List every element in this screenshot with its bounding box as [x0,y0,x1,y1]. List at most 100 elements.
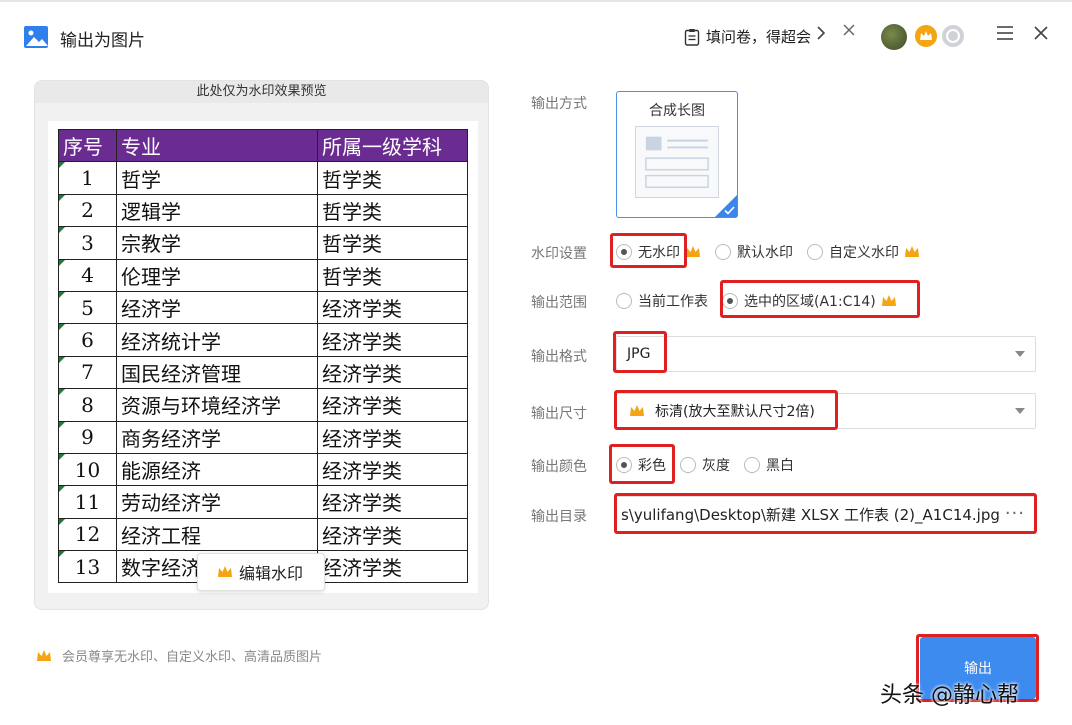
member-note: 会员尊享无水印、自定义水印、高清品质图片 [36,646,322,665]
edit-watermark-label: 编辑水印 [239,564,304,583]
crown-icon [881,295,896,306]
image-app-icon [24,26,48,48]
survey-link[interactable]: 填问卷，得超会 [684,26,811,47]
column-header: 序号 [58,128,117,163]
cell-major: 经济工程 [116,517,318,552]
color-option-bw[interactable]: 黑白 [744,455,794,475]
cell-major: 能源经济 [116,452,318,487]
cell-major: 宗教学 [116,226,318,260]
cell-discipline: 经济学类 [317,420,468,454]
user-avatar[interactable] [881,24,907,50]
table-row: 1 哲学 哲学类 [58,161,468,195]
table-row: 7 国民经济管理 经济学类 [58,355,468,390]
option-label: 黑白 [766,458,794,474]
table-row: 12 经济工程 经济学类 [58,517,468,552]
crown-icon [686,246,700,257]
dismiss-survey-icon[interactable] [842,23,856,37]
radio-unselected[interactable] [715,244,731,260]
table-row: 2 逻辑学 哲学类 [58,193,468,228]
cell-index: 12 [58,517,117,552]
table-row: 3 宗教学 哲学类 [58,226,468,260]
radio-selected[interactable] [616,457,632,473]
cell-major: 商务经济学 [116,420,318,454]
radio-selected[interactable] [616,244,632,260]
cell-discipline: 经济学类 [317,388,468,422]
table-row: 4 伦理学 哲学类 [58,258,468,292]
radio-unselected[interactable] [807,244,823,260]
crown-icon [905,246,919,257]
cell-index: 10 [58,452,117,487]
crown-icon [37,649,51,661]
option-label: 默认水印 [737,245,793,261]
table-row: 8 资源与环境经济学 经济学类 [58,388,468,422]
column-header: 专业 [116,128,318,163]
color-option-color[interactable]: 彩色 [616,455,666,475]
cell-index: 6 [58,323,117,357]
clipboard-icon [684,28,700,46]
output-directory-field[interactable]: s\yulifang\Desktop\新建 XLSX 工作表 (2)_A1C14… [616,496,1036,532]
menu-icon[interactable] [997,26,1013,40]
cell-major: 国民经济管理 [116,355,318,390]
format-select[interactable]: JPG [616,336,1036,372]
size-value: 标清(放大至默认尺寸2倍) [655,404,815,420]
watermark-options: 无水印 默认水印 自定义水印 [616,242,934,262]
table-row: 11 劳动经济学 经济学类 [58,485,468,519]
range-option-selection[interactable]: 选中的区域(A1:C14) [722,291,897,311]
cell-major: 哲学 [116,161,318,195]
edit-watermark-button[interactable]: 编辑水印 [197,553,325,591]
cell-discipline: 哲学类 [317,193,468,228]
range-option-current-sheet[interactable]: 当前工作表 [616,291,708,311]
output-directory-label: 输出目录 [531,509,587,525]
cell-discipline: 哲学类 [317,226,468,260]
preview-table: 序号 专业 所属一级学科 1 哲学 哲学类 2 逻辑学 哲学类 3 宗教学 哲学类 4 伦理学 哲学类… [58,128,468,584]
radio-unselected[interactable] [744,457,760,473]
cell-index: 7 [58,355,117,390]
option-label: 自定义水印 [829,245,899,261]
table-row: 9 商务经济学 经济学类 [58,420,468,454]
chevron-right-icon[interactable] [816,25,826,41]
preview-header: 此处仅为水印效果预览 [35,81,488,103]
directory-value: s\yulifang\Desktop\新建 XLSX 工作表 (2)_A1C14… [621,505,1000,524]
radio-selected[interactable] [722,293,738,309]
radio-unselected[interactable] [616,293,632,309]
cell-index: 4 [58,258,117,292]
long-image-mode-card[interactable]: 合成长图 [616,91,738,218]
watermark-option-custom[interactable]: 自定义水印 [807,242,920,262]
survey-label: 填问卷，得超会 [706,28,812,46]
table-header-row: 序号 专业 所属一级学科 [58,128,468,163]
option-label: 无水印 [638,245,680,261]
output-range-label: 输出范围 [531,295,587,311]
cell-discipline: 经济学类 [317,485,468,519]
title-bar: 输出为图片 填问卷，得超会 [0,0,1072,68]
window-title: 输出为图片 [60,31,145,51]
cell-major: 逻辑学 [116,193,318,228]
range-options: 当前工作表 选中的区域(A1:C14) [616,291,911,311]
radio-unselected[interactable] [680,457,696,473]
dropdown-caret-icon [1015,351,1025,357]
cell-major: 经济统计学 [116,323,318,357]
dropdown-caret-icon [1015,408,1025,414]
browse-more-icon[interactable]: ··· [1005,503,1025,524]
cell-index: 8 [58,388,117,422]
cell-index: 11 [58,485,117,519]
cell-discipline: 经济学类 [317,355,468,390]
watermark-option-default[interactable]: 默认水印 [715,242,793,262]
watermark-option-none[interactable]: 无水印 [616,242,701,262]
coin-badge-icon[interactable] [942,25,964,47]
column-header: 所属一级学科 [317,128,468,163]
color-option-grayscale[interactable]: 灰度 [680,455,730,475]
cell-major: 资源与环境经济学 [116,388,318,422]
cell-major: 伦理学 [116,258,318,292]
cell-index: 9 [58,420,117,454]
output-size-label: 输出尺寸 [531,406,587,422]
watermark-setting-label: 水印设置 [531,246,587,262]
preview-sheet: 序号 专业 所属一级学科 1 哲学 哲学类 2 逻辑学 哲学类 3 宗教学 哲学类 4 伦理学 哲学类… [48,121,478,593]
overlay-watermark-text: 头条 @静心帮 [880,683,1019,708]
vip-crown-badge-icon[interactable] [915,25,937,47]
size-select[interactable]: 标清(放大至默认尺寸2倍) [616,393,1036,429]
close-icon[interactable] [1033,25,1049,41]
option-label: 彩色 [638,458,666,474]
output-mode-label: 输出方式 [531,96,587,112]
crown-icon [630,405,644,416]
document-preview-icon [635,126,719,198]
